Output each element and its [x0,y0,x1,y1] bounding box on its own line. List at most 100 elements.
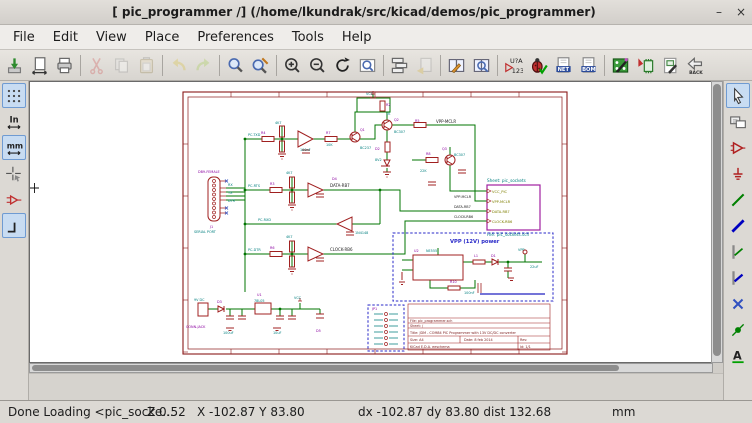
zoom-out-button[interactable] [305,52,330,78]
zoom-fit-button[interactable] [355,52,380,78]
copy-button[interactable] [109,52,134,78]
place-component-button[interactable] [726,135,750,160]
page-settings-button[interactable] [27,52,52,78]
toggle-grid-button[interactable] [2,83,26,108]
toolbar-separator [604,55,605,76]
place-no-connect-button[interactable] [726,291,750,316]
print-button[interactable] [52,52,77,78]
zoom-in-button[interactable] [280,52,305,78]
svg-text:NET: NET [558,66,570,72]
svg-text:9V DC: 9V DC [194,298,205,302]
crosshair-cursor [30,183,39,193]
place-net-label-button[interactable]: A [726,343,750,368]
erc-check-button[interactable] [526,52,551,78]
cursor-tool-button[interactable] [726,83,750,108]
sheet-pin-label: VCC_PIC [492,190,508,194]
redraw-view-button[interactable] [330,52,355,78]
sheet-pin-label: VPP-MCLR [492,200,511,204]
svg-text:VCC: VCC [294,296,302,300]
toolbar-separator [497,55,498,76]
titleblock-size: Size: A4 [410,338,424,342]
toolbar-separator [80,55,81,76]
titleblock-file: File: pic_programmer.sch [410,319,452,323]
scrollbar-corner [713,363,723,373]
undo-button[interactable] [166,52,191,78]
titleblock-date: Date: 8 feb 2014 [464,338,493,342]
run-pcbnew-button[interactable] [608,52,633,78]
svg-text:123: 123 [512,67,523,75]
library-browser-button[interactable] [469,52,494,78]
find-replace-button[interactable] [248,52,273,78]
wire-to-bus-entry-button[interactable] [726,239,750,264]
vertical-scrollbar[interactable] [711,81,723,363]
svg-text:BOM: BOM [582,66,596,72]
units-mm-button[interactable]: mm [2,135,26,160]
run-cvpcb-button[interactable] [633,52,658,78]
titleblock-title: Title: JDM - COM84 PIC Programmer with 1… [409,331,517,335]
menu-preferences[interactable]: Preferences [188,28,282,47]
svg-text:SERIAL PORT: SERIAL PORT [194,230,217,234]
svg-text:D4: D4 [332,177,337,181]
place-bus-button[interactable] [726,213,750,238]
sheet-name-label: Sheet: pic_sockets [487,178,526,183]
place-power-port-button[interactable] [726,161,750,186]
menu-place[interactable]: Place [136,28,189,47]
schematic-canvas[interactable]: Sheet: pic_sockets File: pic_sockets.sch… [29,81,711,363]
status-bar: Done Loading <pic_socke... Z 0.52 X -102… [0,400,752,423]
svg-text:TX: TX [227,191,233,195]
menu-file[interactable]: File [4,28,44,47]
toolbar-separator [276,55,277,76]
menu-edit[interactable]: Edit [44,28,87,47]
vertical-scrollbar-thumb[interactable] [713,84,721,356]
status-zoom: Z 0.52 [147,405,186,419]
paste-button[interactable] [134,52,159,78]
titleblock-id: Id: 1/1 [520,345,531,349]
back-annotate-button[interactable]: BACK [683,52,708,78]
generate-bom-button[interactable]: BOM [576,52,601,78]
hierarchy-navigator-button[interactable] [726,109,750,134]
library-editor-button[interactable] [444,52,469,78]
cut-button[interactable] [84,52,109,78]
menu-tools[interactable]: Tools [283,28,333,47]
annotate-button[interactable]: U?A 123 [501,52,526,78]
cursor-shape-button[interactable] [2,161,26,186]
svg-text:VPP: VPP [518,248,524,252]
svg-text:U?A: U?A [510,57,523,65]
svg-text:10uF: 10uF [273,331,281,335]
close-button[interactable]: × [730,3,752,21]
units-inches-button[interactable]: In [2,109,26,134]
svg-text:U2: U2 [414,249,419,253]
svg-text:22K: 22K [420,169,427,173]
show-hidden-pins-button[interactable] [2,187,26,212]
hv-orientation-button[interactable] [2,213,26,238]
bottom-gap [29,373,723,400]
svg-text:L1: L1 [474,254,478,258]
svg-text:R5: R5 [415,119,420,123]
place-junction-button[interactable] [726,317,750,342]
menu-view[interactable]: View [87,28,136,47]
main-area: In mm [0,81,752,400]
svg-text:PC-TXD: PC-TXD [248,133,261,137]
horizontal-scrollbar-thumb[interactable] [32,365,619,371]
titleblock-sheet: Sheet: / [410,324,424,328]
svg-text:VPP-MCLR: VPP-MCLR [436,119,456,124]
svg-text:BC307: BC307 [454,153,465,157]
menu-help[interactable]: Help [333,28,381,47]
svg-text:VPP-MCLR: VPP-MCLR [454,195,472,199]
bus-to-bus-entry-button[interactable] [726,265,750,290]
minimize-button[interactable]: – [708,3,730,21]
leave-sheet-button[interactable] [412,52,437,78]
place-wire-button[interactable] [726,187,750,212]
horizontal-scrollbar[interactable] [29,363,713,373]
svg-text:Q3: Q3 [442,147,447,151]
svg-text:CONN-JACK: CONN-JACK [186,325,206,329]
titleblock-rev: Rev: [520,338,527,342]
find-button[interactable] [223,52,248,78]
generate-netlist-button[interactable]: NET [551,52,576,78]
sheet-pin-label: CLOCK-RB6 [492,220,513,224]
redo-button[interactable] [191,52,216,78]
navigate-hierarchy-button[interactable] [387,52,412,78]
svg-text:J1: J1 [209,225,213,229]
footprint-editor-button[interactable] [658,52,683,78]
save-button[interactable] [2,52,27,78]
